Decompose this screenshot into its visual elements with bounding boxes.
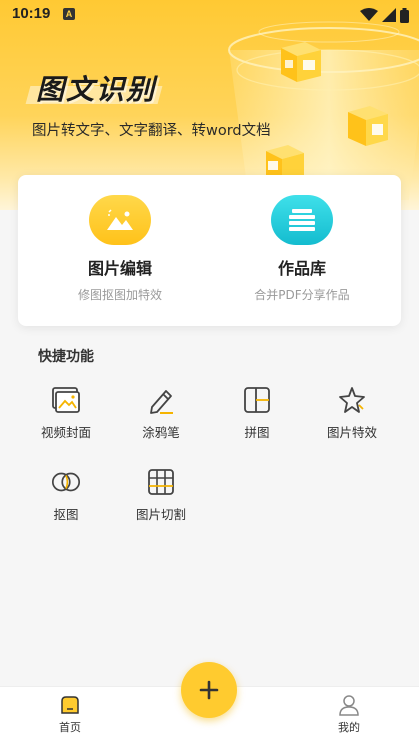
tool-doodle-pen[interactable]: 涂鸦笔 [121,384,201,441]
nav-mine[interactable]: 我的 [319,693,379,735]
tool-label: 拼图 [244,425,270,440]
video-cover-icon [50,384,82,416]
feature-title: 作品库 [277,259,326,278]
tool-video-cover[interactable]: 视频封面 [26,384,106,441]
home-icon [61,696,79,714]
works-library-button[interactable]: 作品库 合并PDF分享作品 [222,195,382,315]
tool-image-split[interactable]: 图片切割 [121,466,201,523]
nav-mine-label: 我的 [338,721,360,734]
star-effect-icon [336,384,368,416]
nav-home-label: 首页 [59,721,81,734]
status-time: 10:19 [12,5,51,22]
tool-label: 抠图 [53,507,79,522]
cube-icon [348,106,388,146]
notification-badge: A [63,8,75,20]
tool-label: 视频封面 [40,425,91,440]
feature-subtitle: 合并PDF分享作品 [254,288,350,302]
grid-cut-icon [145,466,177,498]
plus-icon [199,680,219,700]
user-icon [339,695,359,716]
pencil-icon [145,384,177,416]
add-button[interactable] [181,662,237,718]
tool-label: 图片切割 [135,507,186,522]
cutout-icon [50,466,82,498]
feature-subtitle: 修图抠图加特效 [77,288,162,302]
nav-home[interactable]: 首页 [40,693,100,735]
tool-label: 涂鸦笔 [142,425,180,440]
section-title-quick: 快捷功能 [38,349,94,365]
cube-icon [281,42,321,82]
image-edit-button[interactable]: 图片编辑 修图抠图加特效 [40,195,200,315]
page-subtitle: 图片转文字、文字翻译、转word文档 [32,123,271,139]
tool-image-effects[interactable]: 图片特效 [312,384,392,441]
page-title: 图文识别 [36,73,157,106]
image-edit-icon [89,195,151,245]
tool-cutout[interactable]: 抠图 [26,466,106,523]
tool-label: 图片特效 [326,425,377,440]
collage-icon [241,384,273,416]
feature-title: 图片编辑 [87,259,152,278]
stack-icon [271,195,333,245]
feature-card: 图片编辑 修图抠图加特效 作品库 合并PDF分享作品 [18,175,401,326]
tool-collage[interactable]: 拼图 [217,384,297,441]
